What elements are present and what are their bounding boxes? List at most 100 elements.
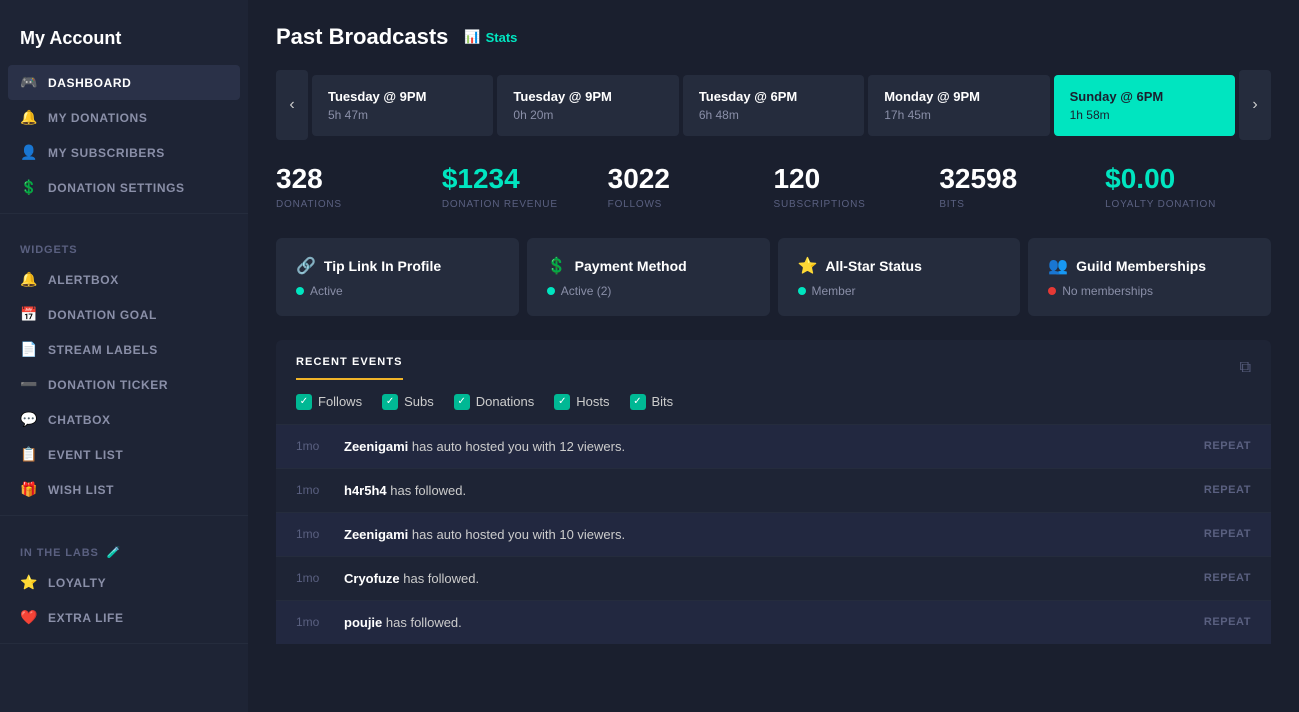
donation-ticker-icon: ➖	[20, 376, 38, 393]
recent-events-header: Recent Events ⧉	[276, 340, 1271, 380]
event-user-2: Zeenigami	[344, 527, 408, 542]
sidebar-item-donation-goal-label: Donation Goal	[48, 308, 157, 322]
sidebar: My Account 🎮 Dashboard 🔔 My Donations 👤 …	[0, 0, 248, 712]
filter-bits[interactable]: ✓ Bits	[630, 394, 674, 410]
stat-donations-label: Donations	[276, 199, 426, 210]
broadcast-duration-2: 6h 48m	[699, 108, 848, 122]
filter-follows-checkbox[interactable]: ✓	[296, 394, 312, 410]
recent-events-title: Recent Events	[296, 356, 403, 380]
broadcast-time-0: Tuesday @ 9PM	[328, 89, 477, 104]
broadcast-card-0[interactable]: Tuesday @ 9PM 5h 47m	[312, 75, 493, 136]
event-text-4: poujie has followed.	[344, 615, 1188, 630]
stat-revenue-label: Donation Revenue	[442, 199, 592, 210]
sidebar-item-wish-list[interactable]: 🎁 Wish List	[0, 472, 248, 507]
event-time-0: 1mo	[296, 439, 328, 453]
broadcast-time-2: Tuesday @ 6PM	[699, 89, 848, 104]
guild-icon: 👥	[1048, 256, 1068, 276]
broadcast-card-1[interactable]: Tuesday @ 9PM 0h 20m	[497, 75, 678, 136]
stat-subscriptions: 120 Subscriptions	[773, 164, 939, 210]
event-text-3: Cryofuze has followed.	[344, 571, 1188, 586]
filter-hosts-checkbox[interactable]: ✓	[554, 394, 570, 410]
filter-subs[interactable]: ✓ Subs	[382, 394, 434, 410]
broadcast-card-4[interactable]: Sunday @ 6PM 1h 58m	[1054, 75, 1235, 136]
donation-settings-icon: 💲	[20, 179, 38, 196]
payment-method-status: Active (2)	[547, 284, 750, 298]
broadcast-duration-4: 1h 58m	[1070, 108, 1219, 122]
widget-card-tip-link[interactable]: 🔗 Tip Link In Profile Active	[276, 238, 519, 316]
extra-life-icon: ❤️	[20, 609, 38, 626]
labs-section: In The Labs 🧪 ⭐ Loyalty ❤️ Extra Life	[0, 516, 248, 644]
sidebar-item-my-subscribers[interactable]: 👤 My Subscribers	[0, 135, 248, 170]
page-title: Past Broadcasts	[276, 24, 448, 50]
broadcast-nav: ‹ Tuesday @ 9PM 5h 47m Tuesday @ 9PM 0h …	[276, 70, 1271, 140]
stat-subscriptions-label: Subscriptions	[773, 199, 923, 210]
widget-cards: 🔗 Tip Link In Profile Active 💲 Payment M…	[276, 238, 1271, 316]
main-content: Past Broadcasts 📊 Stats ‹ Tuesday @ 9PM …	[248, 0, 1299, 712]
event-text-0: Zeenigami has auto hosted you with 12 vi…	[344, 439, 1188, 454]
sidebar-item-dashboard[interactable]: 🎮 Dashboard	[8, 65, 240, 100]
sidebar-item-donation-ticker[interactable]: ➖ Donation Ticker	[0, 367, 248, 402]
sidebar-item-event-list[interactable]: 📋 Event List	[0, 437, 248, 472]
payment-method-status-dot	[547, 287, 555, 295]
event-repeat-0[interactable]: REPEAT	[1204, 440, 1251, 452]
widget-card-payment-method[interactable]: 💲 Payment Method Active (2)	[527, 238, 770, 316]
all-star-icon: ⭐	[798, 256, 818, 276]
filter-bits-checkbox[interactable]: ✓	[630, 394, 646, 410]
stat-revenue: $1234 Donation Revenue	[442, 164, 608, 210]
alertbox-icon: 🔔	[20, 271, 38, 288]
labs-title: In The Labs 🧪	[20, 546, 228, 559]
sidebar-item-stream-labels-label: Stream Labels	[48, 343, 158, 357]
stat-loyalty-value: $0.00	[1105, 164, 1255, 195]
event-repeat-1[interactable]: REPEAT	[1204, 484, 1251, 496]
stats-link[interactable]: 📊 Stats	[464, 29, 517, 45]
sidebar-item-chatbox[interactable]: 💬 Chatbox	[0, 402, 248, 437]
event-user-0: Zeenigami	[344, 439, 408, 454]
account-section: My Account 🎮 Dashboard 🔔 My Donations 👤 …	[0, 0, 248, 214]
event-list-icon: 📋	[20, 446, 38, 463]
payment-method-icon: 💲	[547, 256, 567, 276]
stats-link-label: Stats	[486, 30, 518, 45]
broadcast-next-button[interactable]: ›	[1239, 70, 1271, 140]
sidebar-item-stream-labels[interactable]: 📄 Stream Labels	[0, 332, 248, 367]
event-list: 1mo Zeenigami has auto hosted you with 1…	[276, 425, 1271, 644]
stat-bits: 32598 Bits	[939, 164, 1105, 210]
tip-link-icon: 🔗	[296, 256, 316, 276]
event-repeat-3[interactable]: REPEAT	[1204, 572, 1251, 584]
sidebar-item-event-list-label: Event List	[48, 448, 123, 462]
donation-goal-icon: 📅	[20, 306, 38, 323]
stats-chart-icon: 📊	[464, 29, 480, 45]
dashboard-icon: 🎮	[20, 74, 38, 91]
stat-donations: 328 Donations	[276, 164, 442, 210]
broadcast-card-3[interactable]: Monday @ 9PM 17h 45m	[868, 75, 1049, 136]
sidebar-item-loyalty[interactable]: ⭐ Loyalty	[0, 565, 248, 600]
sidebar-item-donation-settings[interactable]: 💲 Donation Settings	[0, 170, 248, 205]
sidebar-item-donation-goal[interactable]: 📅 Donation Goal	[0, 297, 248, 332]
filter-hosts[interactable]: ✓ Hosts	[554, 394, 609, 410]
event-repeat-4[interactable]: REPEAT	[1204, 616, 1251, 628]
filter-follows[interactable]: ✓ Follows	[296, 394, 362, 410]
broadcast-duration-0: 5h 47m	[328, 108, 477, 122]
labs-flask-icon: 🧪	[107, 546, 122, 559]
widget-card-all-star[interactable]: ⭐ All-Star Status Member	[778, 238, 1021, 316]
guild-status: No memberships	[1048, 284, 1251, 298]
donations-nav-icon: 🔔	[20, 109, 38, 126]
filter-subs-checkbox[interactable]: ✓	[382, 394, 398, 410]
filter-donations[interactable]: ✓ Donations	[454, 394, 535, 410]
all-star-status-dot	[798, 287, 806, 295]
event-row-0: 1mo Zeenigami has auto hosted you with 1…	[276, 425, 1271, 469]
sidebar-item-chatbox-label: Chatbox	[48, 413, 111, 427]
stat-subscriptions-value: 120	[773, 164, 923, 195]
sidebar-item-donation-ticker-label: Donation Ticker	[48, 378, 168, 392]
sidebar-item-alertbox[interactable]: 🔔 Alertbox	[0, 262, 248, 297]
filter-donations-checkbox[interactable]: ✓	[454, 394, 470, 410]
event-row-3: 1mo Cryofuze has followed. REPEAT	[276, 557, 1271, 601]
copy-icon[interactable]: ⧉	[1240, 359, 1251, 377]
sidebar-item-extra-life[interactable]: ❤️ Extra Life	[0, 600, 248, 635]
event-repeat-2[interactable]: REPEAT	[1204, 528, 1251, 540]
event-row-2: 1mo Zeenigami has auto hosted you with 1…	[276, 513, 1271, 557]
sidebar-item-my-donations[interactable]: 🔔 My Donations	[0, 100, 248, 135]
guild-status-dot	[1048, 287, 1056, 295]
broadcast-prev-button[interactable]: ‹	[276, 70, 308, 140]
widget-card-guild[interactable]: 👥 Guild Memberships No memberships	[1028, 238, 1271, 316]
broadcast-card-2[interactable]: Tuesday @ 6PM 6h 48m	[683, 75, 864, 136]
